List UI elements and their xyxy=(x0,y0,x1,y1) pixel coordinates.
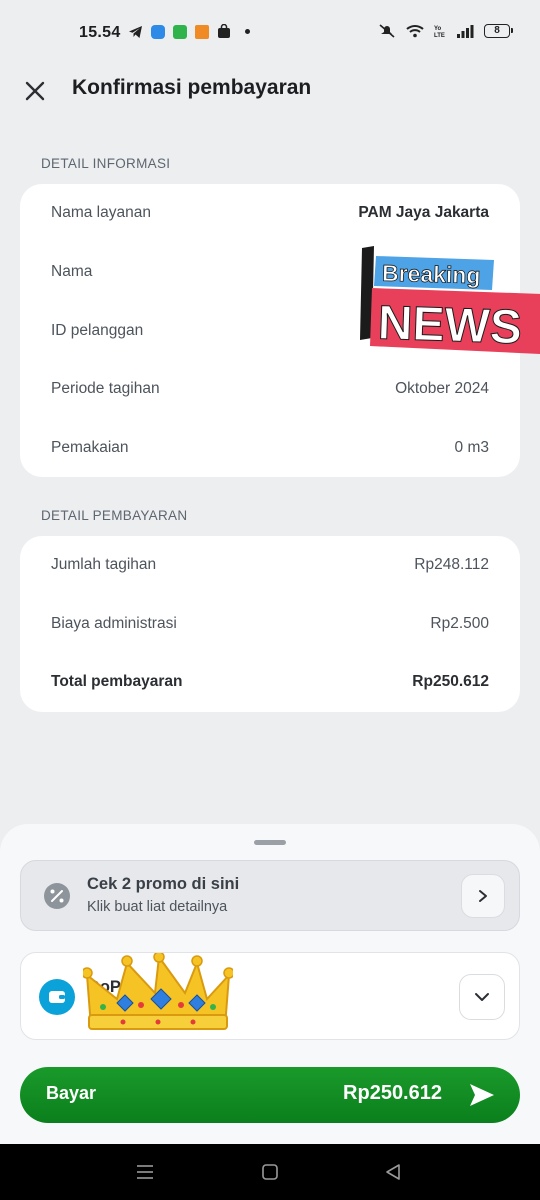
payment-bottom-sheet: Cek 2 promo di sini Klik buat liat detai… xyxy=(0,824,540,1144)
wifi-icon xyxy=(406,25,424,38)
system-navigation-bar xyxy=(0,1144,540,1200)
page-title: Konfirmasi pembayaran xyxy=(72,76,312,99)
breaking-news-sticker: Breaking NEWS xyxy=(360,246,540,355)
chevron-right-icon xyxy=(479,890,487,902)
info-row: Periode tagihan Oktober 2024 xyxy=(51,377,489,401)
promo-subtitle: Klik buat liat detailnya xyxy=(87,899,228,915)
pay-button-amount: Rp250.612 xyxy=(343,1082,442,1104)
notification-icons xyxy=(128,24,250,39)
info-row-label: Pemakaian xyxy=(51,439,129,456)
app-green-icon xyxy=(173,24,187,39)
payment-row: Jumlah tagihan Rp248.112 xyxy=(51,553,489,577)
payment-row: Biaya administrasi Rp2.500 xyxy=(51,612,489,636)
info-row-value: Oktober 2024 xyxy=(395,380,489,397)
promo-banner[interactable]: Cek 2 promo di sini Klik buat liat detai… xyxy=(20,860,520,931)
payment-row-value: Rp2.500 xyxy=(430,615,489,632)
signal-icon xyxy=(457,25,474,38)
detail-pembayaran-label: DETAIL PEMBAYARAN xyxy=(41,508,188,523)
info-row-value: 0 m3 xyxy=(454,439,489,456)
total-value: Rp250.612 xyxy=(412,673,489,690)
pay-button[interactable]: Bayar Rp250.612 xyxy=(20,1067,520,1123)
info-row-label: Periode tagihan xyxy=(51,380,160,397)
info-row-label: Nama xyxy=(51,263,93,280)
info-row-value: PAM Jaya Jakarta xyxy=(358,204,489,221)
wallet-icon xyxy=(39,979,75,1015)
payment-method-selector[interactable]: GoPay xyxy=(20,952,520,1040)
home-icon[interactable] xyxy=(260,1162,280,1182)
more-notifications-dot xyxy=(245,29,250,34)
total-row: Total pembayaran Rp250.612 xyxy=(51,670,489,694)
svg-text:Yo: Yo xyxy=(434,26,442,32)
crown-sticker xyxy=(83,953,233,1030)
sheet-drag-handle[interactable] xyxy=(254,840,286,845)
payment-row-value: Rp248.112 xyxy=(414,556,489,573)
system-indicators: Yo LTE 8 xyxy=(378,23,513,39)
payment-method-expand-button[interactable] xyxy=(459,974,505,1020)
sticker-line2: NEWS xyxy=(377,297,523,355)
total-label: Total pembayaran xyxy=(51,673,183,690)
mute-icon xyxy=(379,24,395,38)
payment-row-label: Jumlah tagihan xyxy=(51,556,157,573)
chevron-down-icon xyxy=(475,993,489,1001)
battery-icon: 8 xyxy=(484,24,513,38)
status-bar: 15.54 Yo LTE 8 xyxy=(0,0,540,66)
game-icon xyxy=(195,24,209,39)
close-icon[interactable] xyxy=(22,78,48,104)
svg-text:LTE: LTE xyxy=(434,33,445,38)
promo-open-button[interactable] xyxy=(461,874,505,918)
payment-row-label: Biaya administrasi xyxy=(51,615,177,632)
info-row: Nama layanan PAM Jaya Jakarta xyxy=(51,201,489,225)
pay-button-label: Bayar xyxy=(46,1083,97,1103)
battery-level: 8 xyxy=(494,25,500,36)
promo-title: Cek 2 promo di sini xyxy=(87,875,240,893)
info-row-label: ID pelanggan xyxy=(51,322,144,339)
detail-informasi-label: DETAIL INFORMASI xyxy=(41,156,171,171)
discount-badge-icon xyxy=(44,883,70,909)
back-icon[interactable] xyxy=(383,1162,403,1182)
recent-apps-icon[interactable] xyxy=(135,1162,155,1182)
shopping-bag-icon xyxy=(218,24,230,38)
volte-icon: YoLTE xyxy=(434,26,445,38)
sticker-line1: Breaking xyxy=(382,260,481,289)
send-arrow-icon xyxy=(470,1084,494,1106)
info-row: Pemakaian 0 m3 xyxy=(51,436,489,460)
info-row-label: Nama layanan xyxy=(51,204,151,221)
status-time: 15.54 xyxy=(79,24,121,41)
detail-pembayaran-card: Jumlah tagihan Rp248.112 Biaya administr… xyxy=(20,536,520,712)
telegram-icon xyxy=(129,25,142,38)
app-blue-icon xyxy=(151,24,165,39)
app-header: Konfirmasi pembayaran xyxy=(0,66,540,114)
